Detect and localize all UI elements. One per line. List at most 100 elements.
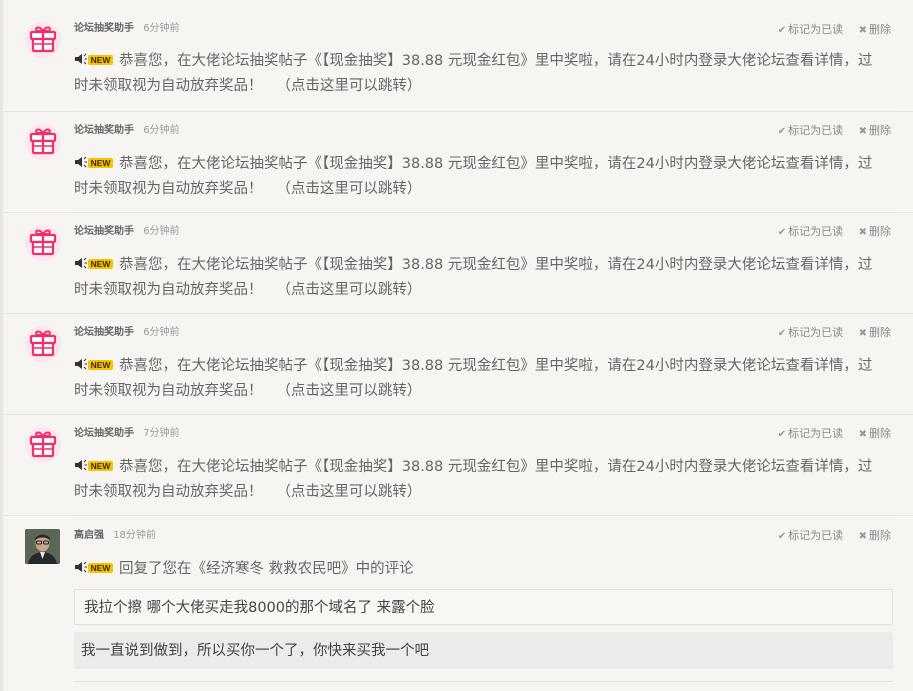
svg-text:NEW: NEW [91,360,112,370]
mark-read-label: 标记为已读 [788,326,844,339]
delete-button[interactable]: ✖ 删除 [859,23,891,36]
timestamp: 18分钟前 [113,530,156,541]
mark-read-label: 标记为已读 [788,225,844,238]
jump-link[interactable]: （点击这里可以跳转） [276,383,421,399]
speaker-new-icon: NEW [74,558,114,573]
author-name[interactable]: 论坛抽奖助手 [74,327,134,338]
notification-actions: ✔ 标记为已读 ✖ 删除 [778,529,891,544]
mark-read-button[interactable]: ✔ 标记为已读 [778,427,843,440]
author-name[interactable]: 论坛抽奖助手 [74,428,134,439]
notification-item: 论坛抽奖助手 7分钟前 ✔ 标记为已读 ✖ 删除 NEW 恭喜您，在大佬论坛抽奖帖子… [0,415,913,516]
timestamp: 6分钟前 [143,125,180,136]
jump-link[interactable]: （点击这里可以跳转） [276,484,421,500]
notification-meta: 论坛抽奖助手 6分钟前 [74,225,180,239]
author-name[interactable]: 论坛抽奖助手 [74,125,134,136]
delete-button[interactable]: ✖ 删除 [859,225,891,238]
mark-read-label: 标记为已读 [788,124,844,137]
gift-icon[interactable] [25,22,61,58]
speaker-new-icon: NEW [74,254,114,269]
notification-meta: 论坛抽奖助手 6分钟前 [74,326,180,340]
mark-read-label: 标记为已读 [788,427,844,440]
jump-link[interactable]: （点击这里可以跳转） [276,78,421,94]
notification-meta: 高启强 18分钟前 [74,529,156,543]
notification-item: 论坛抽奖助手 6分钟前 ✔ 标记为已读 ✖ 删除 NEW 恭喜您，在大佬论坛抽奖帖子… [0,314,913,415]
mark-read-button[interactable]: ✔ 标记为已读 [778,326,843,339]
check-icon: ✔ [777,227,787,238]
notification-text: 恭喜您，在大佬论坛抽奖帖子《【现金抽奖】38.88 元现金红包》里中奖啦，请在2… [74,257,873,298]
svg-text:NEW: NEW [91,461,112,471]
gift-icon[interactable] [25,427,61,463]
gift-icon[interactable] [25,326,61,362]
timestamp: 6分钟前 [143,23,180,34]
quoted-comment: 我拉个擦 哪个大佬买走我8000的那个域名了 来露个脸 [74,589,893,625]
delete-label: 删除 [869,326,891,339]
notification-body: NEW 恭喜您，在大佬论坛抽奖帖子《【现金抽奖】38.88 元现金红包》里中奖啦… [74,152,884,202]
notification-text: 恭喜您，在大佬论坛抽奖帖子《【现金抽奖】38.88 元现金红包》里中奖啦，请在2… [74,156,873,197]
close-icon: ✖ [858,328,867,339]
delete-label: 删除 [869,225,891,238]
delete-label: 删除 [869,124,891,137]
user-avatar[interactable] [25,529,60,564]
svg-text:NEW: NEW [91,158,112,168]
svg-text:NEW: NEW [91,563,112,573]
notification-actions: ✔ 标记为已读 ✖ 删除 [778,326,891,341]
check-icon: ✔ [777,25,787,36]
notification-text: 恭喜您，在大佬论坛抽奖帖子《【现金抽奖】38.88 元现金红包》里中奖啦，请在2… [74,53,873,94]
svg-text:NEW: NEW [91,259,112,269]
notification-text: 恭喜您，在大佬论坛抽奖帖子《【现金抽奖】38.88 元现金红包》里中奖啦，请在2… [74,358,873,399]
speaker-new-icon: NEW [74,355,114,370]
delete-button[interactable]: ✖ 删除 [859,427,891,440]
notification-item: 论坛抽奖助手 6分钟前 ✔ 标记为已读 ✖ 删除 NEW 恭喜您，在大佬论坛抽奖帖子… [0,213,913,314]
mark-read-label: 标记为已读 [788,23,844,36]
reply-link[interactable]: 回复了您在《经济寒冬 救救农民吧》中的评论 [119,561,414,577]
timestamp: 6分钟前 [143,226,180,237]
author-name[interactable]: 论坛抽奖助手 [74,23,134,34]
jump-link[interactable]: （点击这里可以跳转） [276,181,421,197]
gift-icon[interactable] [25,225,61,261]
notification-meta: 论坛抽奖助手 7分钟前 [74,427,180,441]
notification-body: NEW 恭喜您，在大佬论坛抽奖帖子《【现金抽奖】38.88 元现金红包》里中奖啦… [74,354,884,404]
timestamp: 6分钟前 [143,327,180,338]
speaker-new-icon: NEW [74,456,114,471]
notification-item: 论坛抽奖助手 6分钟前 ✔ 标记为已读 ✖ 删除 NEW 恭喜您，在大佬论坛抽奖帖子… [0,112,913,213]
reply-content: 我一直说到做到，所以买你一个了，你快来买我一个吧 [74,632,893,669]
mark-read-label: 标记为已读 [788,529,844,542]
delete-button[interactable]: ✖ 删除 [859,124,891,137]
check-icon: ✔ [777,531,787,542]
notification-body: NEW 回复了您在《经济寒冬 救救农民吧》中的评论 [74,557,884,582]
delete-label: 删除 [869,23,891,36]
close-icon: ✖ [858,126,867,137]
notification-actions: ✔ 标记为已读 ✖ 删除 [778,124,891,139]
notification-feed: 论坛抽奖助手 6分钟前 ✔ 标记为已读 ✖ 删除 NEW 恭喜您，在大佬论坛抽奖帖子… [0,0,913,681]
notification-actions: ✔ 标记为已读 ✖ 删除 [778,427,891,442]
close-icon: ✖ [858,429,867,440]
speaker-new-icon: NEW [74,50,114,65]
notification-text: 恭喜您，在大佬论坛抽奖帖子《【现金抽奖】38.88 元现金红包》里中奖啦，请在2… [74,459,873,500]
close-icon: ✖ [858,227,867,238]
author-name[interactable]: 论坛抽奖助手 [74,226,134,237]
notification-actions: ✔ 标记为已读 ✖ 删除 [778,23,891,38]
mark-read-button[interactable]: ✔ 标记为已读 [778,124,843,137]
notification-body: NEW 恭喜您，在大佬论坛抽奖帖子《【现金抽奖】38.88 元现金红包》里中奖啦… [74,455,884,505]
bottom-divider [74,681,893,682]
mark-read-button[interactable]: ✔ 标记为已读 [778,225,843,238]
jump-link[interactable]: （点击这里可以跳转） [276,282,421,298]
check-icon: ✔ [777,126,787,137]
notification-meta: 论坛抽奖助手 6分钟前 [74,22,180,36]
check-icon: ✔ [777,429,787,440]
delete-button[interactable]: ✖ 删除 [859,529,891,542]
delete-label: 删除 [869,427,891,440]
gift-icon[interactable] [25,124,61,160]
check-icon: ✔ [777,328,787,339]
svg-text:NEW: NEW [91,55,112,65]
close-icon: ✖ [858,531,867,542]
author-name[interactable]: 高启强 [74,530,104,541]
delete-button[interactable]: ✖ 删除 [859,326,891,339]
speaker-new-icon: NEW [74,153,114,168]
close-icon: ✖ [858,25,867,36]
notification-body: NEW 恭喜您，在大佬论坛抽奖帖子《【现金抽奖】38.88 元现金红包》里中奖啦… [74,253,884,303]
mark-read-button[interactable]: ✔ 标记为已读 [778,23,843,36]
mark-read-button[interactable]: ✔ 标记为已读 [778,529,843,542]
delete-label: 删除 [869,529,891,542]
notification-actions: ✔ 标记为已读 ✖ 删除 [778,225,891,240]
